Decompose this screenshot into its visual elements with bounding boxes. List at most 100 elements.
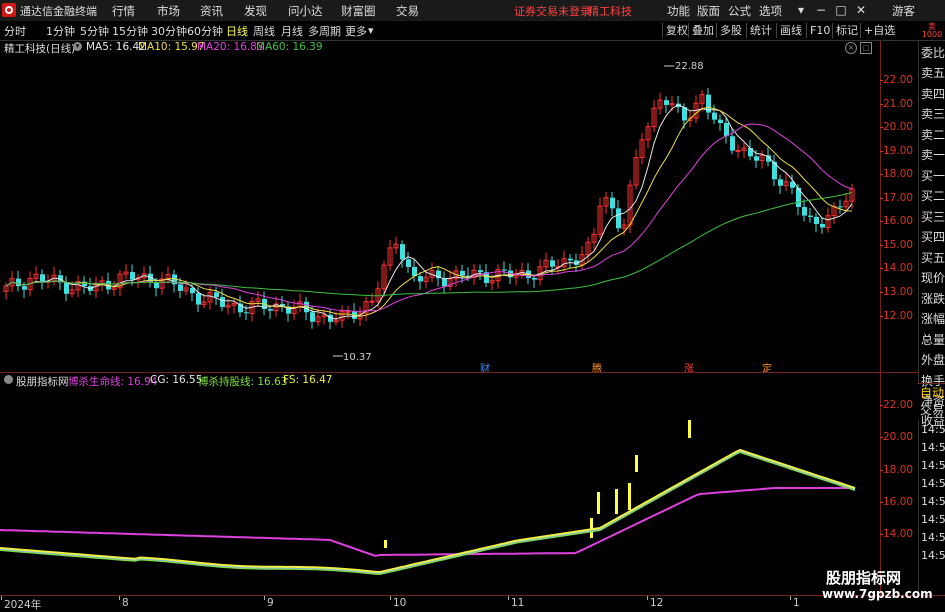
tab-monthly[interactable]: 月线 (281, 23, 303, 39)
candle-body (196, 293, 201, 305)
chart-expand-icon[interactable]: □ (860, 42, 872, 54)
candle-body (130, 272, 135, 280)
high-price-label: 22.88 (675, 61, 704, 72)
indicator-tick: 22.00 (879, 399, 914, 411)
side-item-change[interactable]: 涨跌 (921, 289, 945, 310)
f10-button[interactable]: F10 (806, 23, 830, 38)
restore-rights-button[interactable]: 复权 (662, 23, 688, 38)
order-book-toggle[interactable]: 卖 1000 (921, 23, 943, 39)
indicator-lines (0, 448, 856, 576)
side-item-buy3[interactable]: 买三 (921, 207, 945, 228)
menu-layout[interactable]: 版面 (697, 3, 720, 19)
menu-news[interactable]: 资讯 (200, 3, 223, 19)
tick-time-list: 14:56 14:56 14:56 14:56 14:56 14:56 14:5… (918, 420, 945, 595)
indicator-legend-cg: CG: 16.55 (150, 374, 203, 386)
chart-close-icon[interactable]: × (845, 42, 857, 54)
menu-trade[interactable]: 交易 (396, 3, 419, 19)
more-dropdown-icon[interactable]: ▾ (368, 24, 374, 37)
add-watchlist-button[interactable]: +自选 (860, 23, 895, 38)
side-item-outer[interactable]: 外盘 (921, 350, 945, 371)
side-item-buy2[interactable]: 买二 (921, 186, 945, 207)
chart-settings-icon[interactable]: ▾ (73, 42, 82, 51)
guest-login[interactable]: 游客 (892, 3, 915, 19)
menu-assistant[interactable]: 问小达 (288, 3, 323, 19)
candle-body (369, 300, 375, 303)
side-item-sell1[interactable]: 卖一 (921, 145, 945, 166)
menu-formula[interactable]: 公式 (728, 3, 751, 19)
overlay-button[interactable]: 叠加 (688, 23, 714, 38)
menu-discover[interactable]: 发现 (244, 3, 267, 19)
side-item-volume[interactable]: 总量 (921, 330, 945, 351)
tick-time: 14:56 (921, 549, 945, 562)
tab-multi-period[interactable]: 多周期 (308, 23, 341, 39)
ma60-legend: MA60: 16.39 (256, 41, 323, 53)
draw-line-button[interactable]: 画线 (776, 23, 802, 38)
side-item-change-pct[interactable]: 涨幅 (921, 309, 945, 330)
side-trade-tab[interactable]: 交易 (920, 401, 945, 419)
panel-divider[interactable] (0, 372, 918, 373)
signal-bar (384, 540, 387, 548)
price-axis: 22.00 21.00 20.00 19.00 18.00 17.00 16.0… (879, 41, 919, 383)
title-bar: 通达信金融终端 行情 市场 资讯 发现 问小达 财富圈 交易 证券交易未登录 精… (0, 0, 945, 22)
indicator-name[interactable]: 股朋指标网 (16, 374, 69, 389)
holdline-line (0, 450, 856, 576)
indicator-chart[interactable] (0, 388, 880, 595)
side-item-sell2[interactable]: 卖二 (921, 125, 945, 146)
candle-body (16, 278, 21, 287)
side-item-buy1[interactable]: 买一 (921, 166, 945, 187)
date-label: 1 (790, 596, 800, 609)
date-label: 8 (119, 596, 129, 609)
minimize-icon[interactable]: − (812, 2, 830, 18)
candle-body (310, 312, 315, 322)
indicator-tick: 18.00 (879, 464, 914, 476)
menu-dropdown-icon[interactable]: ▾ (792, 2, 810, 18)
side-item-sell4[interactable]: 卖四 (921, 84, 945, 105)
candle-body (214, 292, 219, 298)
low-annotation: 10.37 (333, 352, 372, 363)
mark-button[interactable]: 标记 (832, 23, 858, 38)
side-auto-toggle[interactable]: 自动 (920, 384, 945, 402)
maximize-icon[interactable]: □ (832, 2, 850, 18)
tab-15min[interactable]: 15分钟 (112, 23, 148, 39)
indicator-legend-fs: FS: 16.47 (283, 374, 333, 386)
candle-body (616, 208, 621, 229)
tab-weekly[interactable]: 周线 (253, 23, 275, 39)
indicator-settings-icon[interactable] (4, 375, 13, 384)
indicator-legend-holdline: 博杀持股线: 16.63 (198, 376, 288, 388)
tab-60min[interactable]: 60分钟 (187, 23, 223, 39)
signal-bar (590, 518, 593, 538)
price-tick: 22.00 (879, 74, 914, 86)
tab-intraday[interactable]: 分时 (4, 23, 26, 39)
menu-options[interactable]: 选项 (759, 3, 782, 19)
multi-stock-button[interactable]: 多股 (716, 23, 742, 38)
side-item-buy4[interactable]: 买四 (921, 227, 945, 248)
side-item-sell3[interactable]: 卖三 (921, 104, 945, 125)
tab-1min[interactable]: 1分钟 (46, 23, 75, 39)
tab-5min[interactable]: 5分钟 (80, 23, 109, 39)
menu-markets[interactable]: 市场 (157, 3, 180, 19)
tab-daily[interactable]: 日线 (226, 23, 248, 39)
side-item-sell5[interactable]: 卖五 (921, 63, 945, 84)
side-item-buy5[interactable]: 买五 (921, 248, 945, 269)
price-tick: 12.00 (879, 310, 914, 322)
watermark-url: www.7gpzb.com (822, 587, 933, 601)
tab-30min[interactable]: 30分钟 (151, 23, 187, 39)
menu-market[interactable]: 行情 (112, 3, 135, 19)
candle-body (610, 197, 615, 209)
kline-chart[interactable]: 22.88 10.37 (0, 55, 880, 372)
candle-body (244, 312, 249, 314)
candle-body (730, 136, 735, 151)
side-item-price[interactable]: 现价 (921, 268, 945, 289)
signal-bar (688, 420, 691, 438)
candle-body (664, 100, 669, 105)
candle-body (712, 112, 717, 120)
side-item-weibi[interactable]: 委比 (921, 43, 945, 64)
login-notice[interactable]: 证券交易未登录 (514, 3, 591, 19)
signal-bar (597, 492, 600, 514)
tab-more[interactable]: 更多 (345, 23, 367, 39)
candle-body (220, 297, 225, 308)
close-icon[interactable]: ✕ (852, 2, 870, 18)
statistics-button[interactable]: 统计 (746, 23, 772, 38)
menu-functions[interactable]: 功能 (667, 3, 690, 19)
menu-wealth[interactable]: 财富圈 (341, 3, 376, 19)
